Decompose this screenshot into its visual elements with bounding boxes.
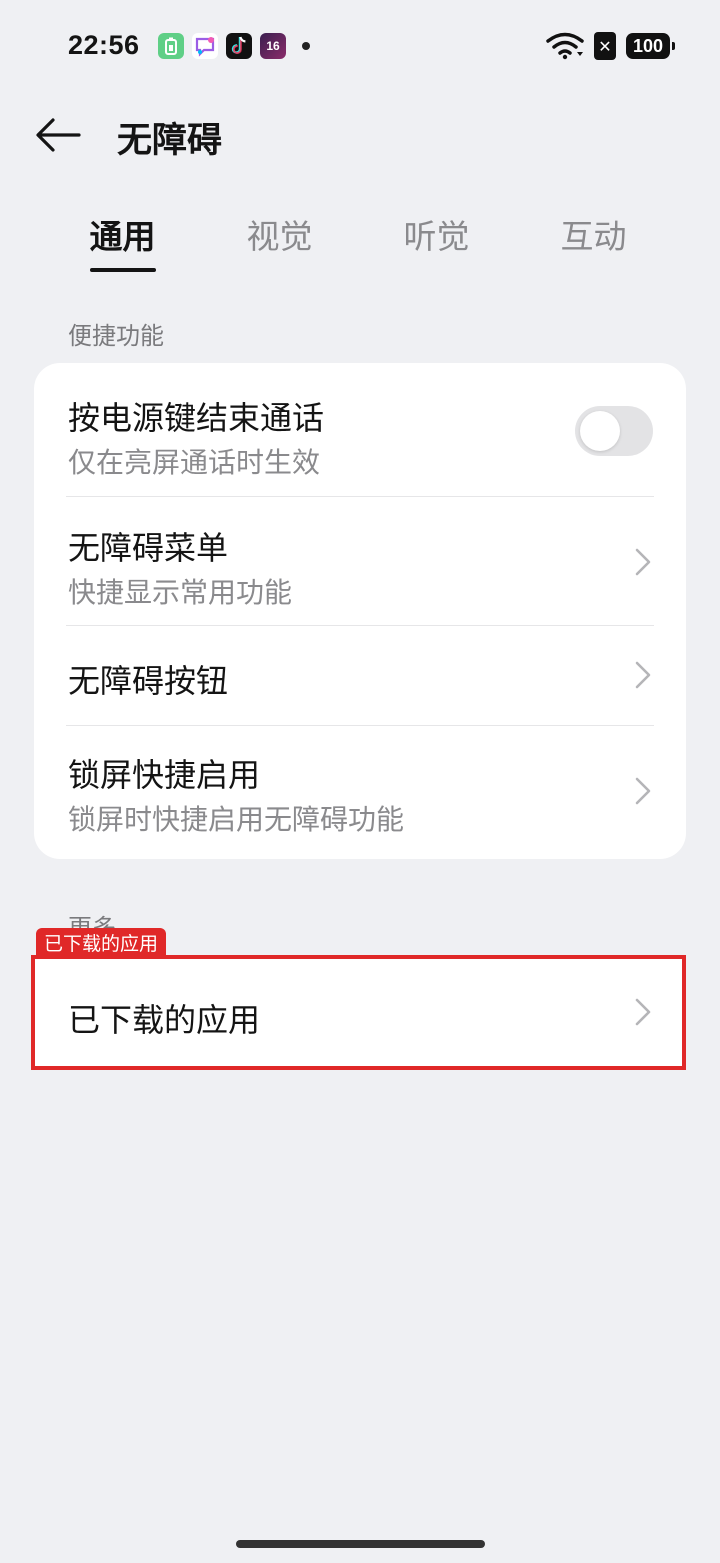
shortcut-card: 按电源键结束通话 仅在亮屏通话时生效 无障碍菜单 快捷显示常用功能 无障碍按钮 …	[34, 363, 686, 859]
home-indicator[interactable]	[236, 1540, 485, 1548]
battery-app-icon	[158, 33, 184, 59]
item-title: 按电源键结束通话	[68, 399, 325, 437]
tab-vision[interactable]: 视觉	[201, 196, 358, 272]
list-item-lockscreen-shortcut[interactable]: 锁屏快捷启用 锁屏时快捷启用无障碍功能	[34, 726, 686, 859]
item-title: 锁屏快捷启用	[68, 756, 261, 794]
list-item-downloaded-apps[interactable]: 已下载的应用	[34, 957, 686, 1068]
sixteen-app-icon: 16	[260, 33, 286, 59]
tab-label: 互动	[560, 217, 627, 256]
accessibility-screen: 22:56 16 ✕ 100 无障碍 通用 视觉 听觉 互动 便捷功能 按电源键…	[0, 0, 720, 1563]
tab-interaction[interactable]: 互动	[515, 196, 672, 272]
chevron-right-icon	[635, 661, 651, 689]
back-button[interactable]	[30, 110, 86, 160]
chevron-right-icon	[635, 998, 651, 1026]
tab-hearing[interactable]: 听觉	[358, 196, 515, 272]
status-time: 22:56	[68, 30, 140, 60]
tiktok-icon	[226, 33, 252, 59]
chat-app-icon	[192, 33, 218, 59]
item-title: 无障碍菜单	[68, 529, 229, 567]
more-card: 已下载的应用	[34, 957, 686, 1068]
more-notifications-dot	[302, 42, 310, 50]
wifi-icon	[546, 32, 584, 60]
list-item-accessibility-menu[interactable]: 无障碍菜单 快捷显示常用功能	[34, 497, 686, 626]
no-sim-icon: ✕	[594, 32, 616, 60]
highlight-label: 已下载的应用	[36, 928, 167, 956]
tab-bar: 通用 视觉 听觉 互动	[44, 196, 676, 276]
tab-label: 通用	[89, 217, 156, 256]
system-icons: ✕ 100	[546, 32, 675, 60]
chevron-right-icon	[635, 548, 651, 576]
notification-icons: 16	[158, 33, 310, 59]
toggle-knob	[580, 411, 620, 451]
chevron-right-icon	[635, 777, 651, 805]
app-bar: 无障碍	[0, 100, 720, 172]
item-title: 无障碍按钮	[68, 662, 229, 700]
section-header-shortcut: 便捷功能	[68, 322, 164, 350]
battery-indicator: 100	[626, 33, 675, 59]
back-arrow-icon	[36, 118, 81, 152]
item-subtitle: 仅在亮屏通话时生效	[68, 446, 321, 479]
tab-general[interactable]: 通用	[44, 196, 201, 272]
tab-label: 听觉	[403, 217, 470, 256]
power-key-end-call-toggle[interactable]	[575, 406, 653, 456]
list-item-power-key-end-call[interactable]: 按电源键结束通话 仅在亮屏通话时生效	[34, 363, 686, 497]
list-item-accessibility-button[interactable]: 无障碍按钮	[34, 626, 686, 726]
item-title: 已下载的应用	[68, 1001, 261, 1039]
status-bar: 22:56 16 ✕ 100	[0, 0, 720, 96]
page-title: 无障碍	[117, 121, 223, 161]
item-subtitle: 锁屏时快捷启用无障碍功能	[68, 803, 405, 836]
item-subtitle: 快捷显示常用功能	[68, 576, 293, 609]
active-tab-indicator	[90, 268, 156, 272]
tab-label: 视觉	[246, 217, 313, 256]
